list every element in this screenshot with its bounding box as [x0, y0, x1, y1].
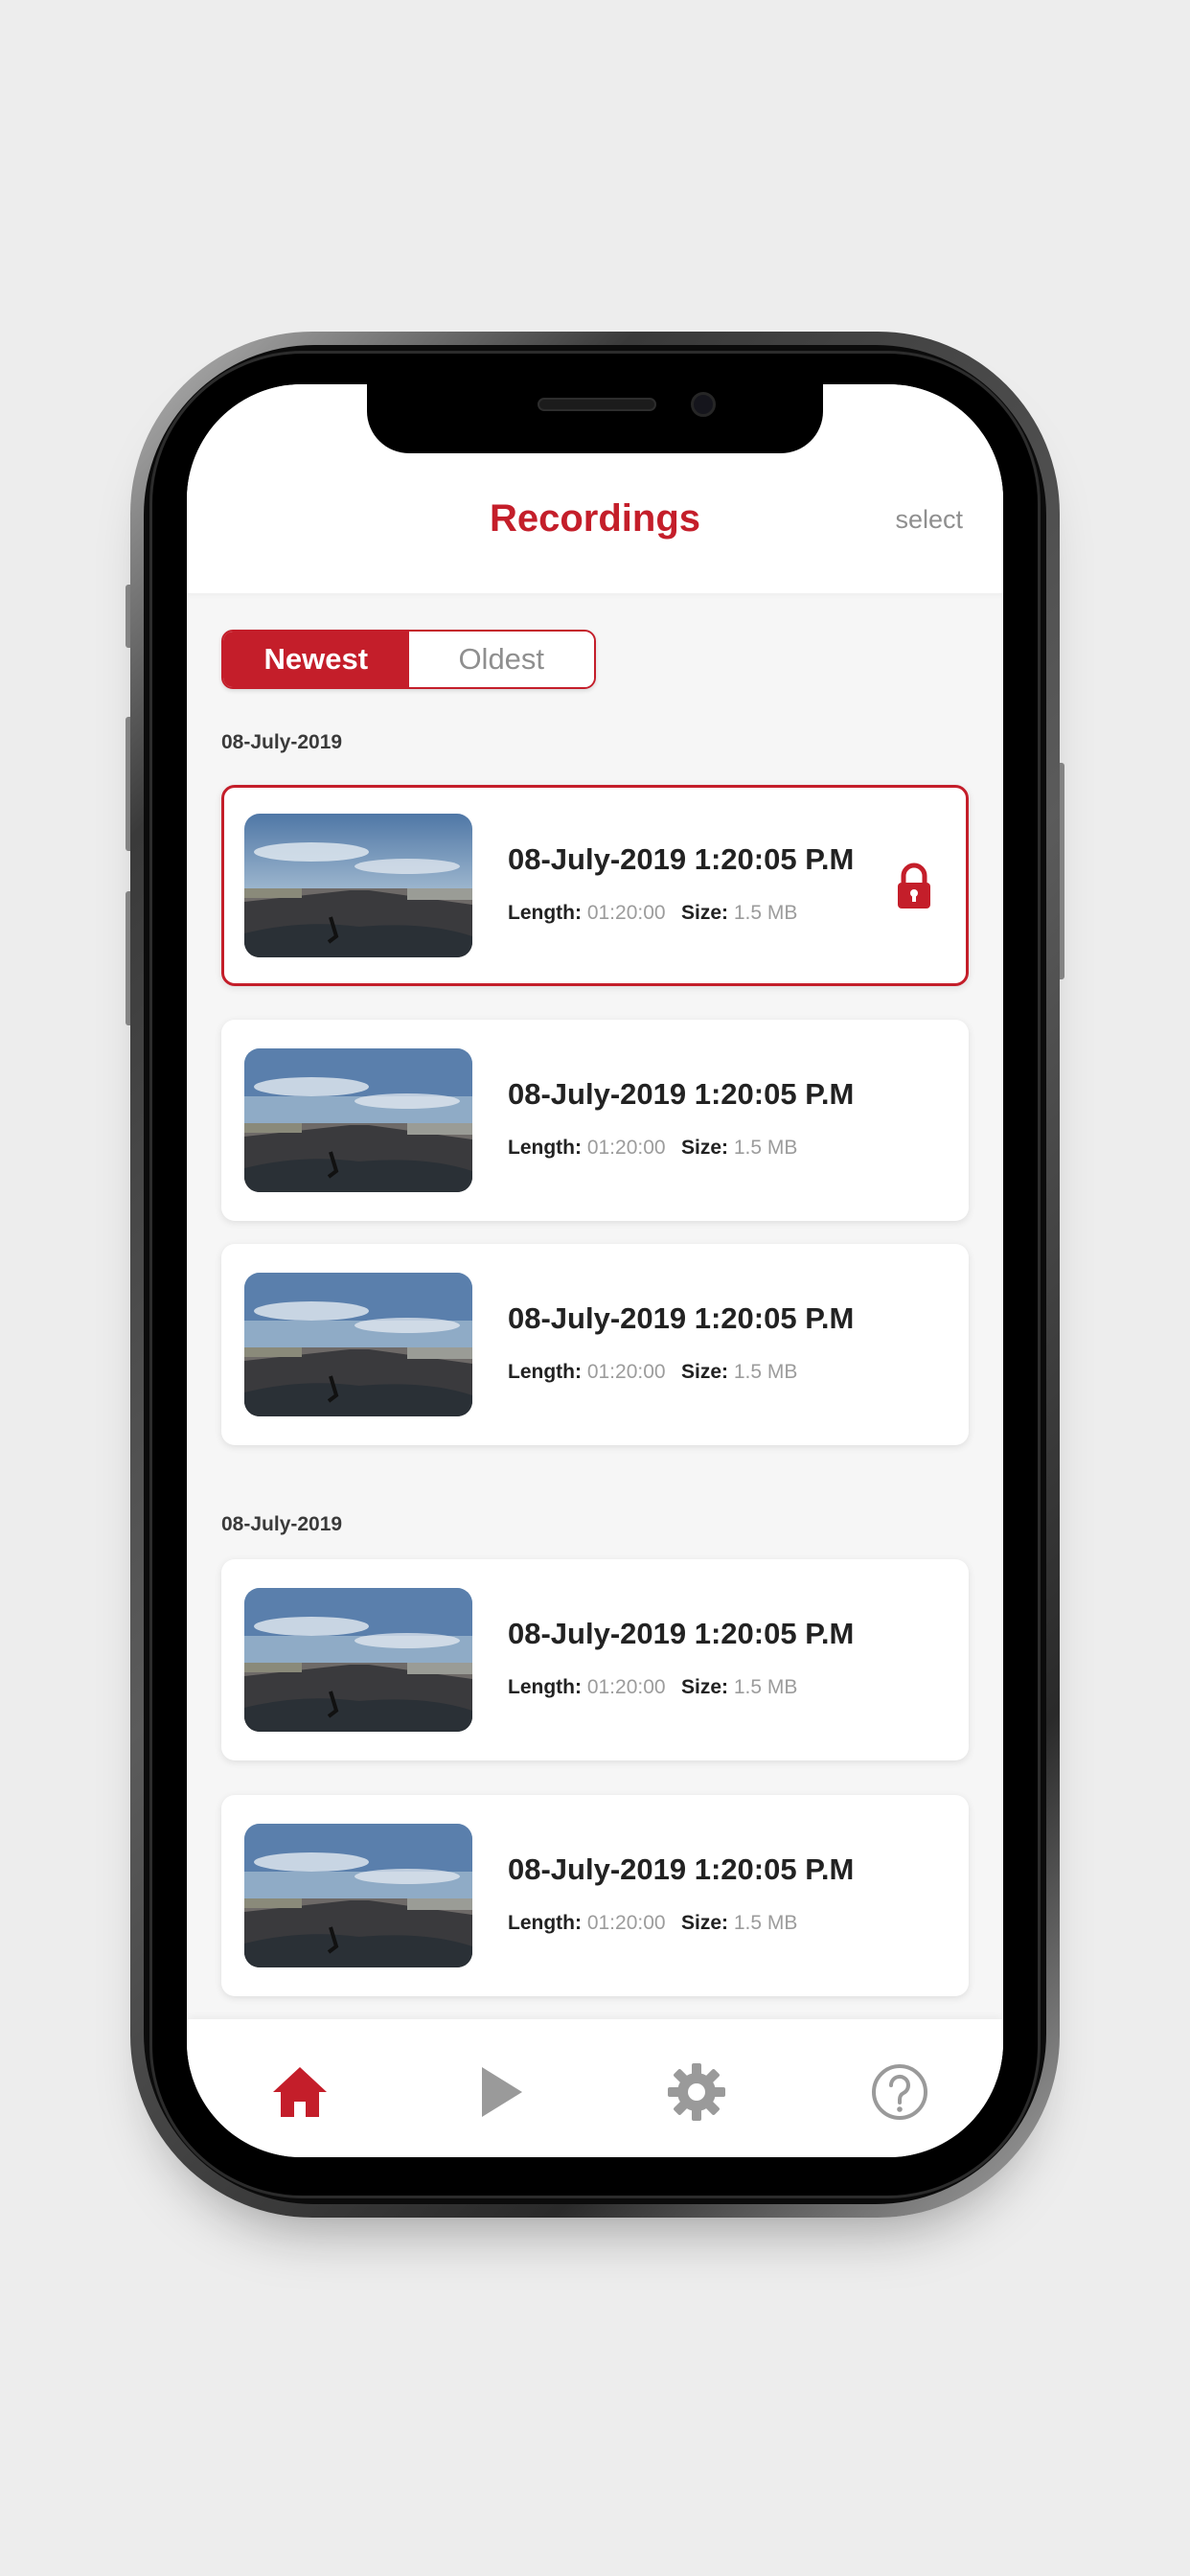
- recording-card[interactable]: 08-July-2019 1:20:05 P.M Length: 01:20:0…: [221, 1559, 969, 1760]
- recording-title: 08-July-2019 1:20:05 P.M: [508, 842, 855, 876]
- recording-length: Length: 01:20:00: [508, 1676, 666, 1699]
- recording-card[interactable]: 08-July-2019 1:20:05 P.M Length: 01:20:0…: [221, 785, 969, 986]
- recording-card[interactable]: 08-July-2019 1:20:05 P.M Length: 01:20:0…: [221, 1795, 969, 1996]
- size-value: 1.5 MB: [733, 1137, 798, 1159]
- road-thumbnail-image: [244, 814, 472, 957]
- recording-length: Length: 01:20:00: [508, 902, 666, 925]
- length-value: 01:20:00: [586, 1676, 666, 1698]
- size-value: 1.5 MB: [733, 1912, 798, 1934]
- sort-oldest-tab[interactable]: Oldest: [408, 632, 594, 687]
- recording-thumbnail: [244, 1824, 472, 1967]
- road-thumbnail-image: [244, 1273, 472, 1416]
- length-label: Length:: [508, 1137, 582, 1159]
- recording-size: Size: 1.5 MB: [681, 902, 797, 925]
- recording-size: Size: 1.5 MB: [681, 1137, 797, 1160]
- recording-title: 08-July-2019 1:20:05 P.M: [508, 1301, 855, 1335]
- recording-length: Length: 01:20:00: [508, 1361, 666, 1384]
- length-label: Length:: [508, 1676, 582, 1698]
- size-value: 1.5 MB: [733, 902, 798, 924]
- recording-size: Size: 1.5 MB: [681, 1676, 797, 1699]
- recording-thumbnail: [244, 814, 472, 957]
- length-value: 01:20:00: [586, 1912, 666, 1934]
- size-value: 1.5 MB: [733, 1676, 798, 1698]
- front-camera: [691, 392, 716, 417]
- length-value: 01:20:00: [586, 902, 666, 924]
- device-mockup: Recordings select Newest Oldest 08-July-…: [0, 0, 1190, 2576]
- recording-title: 08-July-2019 1:20:05 P.M: [508, 1077, 855, 1111]
- play-icon[interactable]: [469, 2061, 530, 2123]
- length-label: Length:: [508, 1361, 582, 1383]
- sort-segmented-control: Newest Oldest: [221, 630, 596, 689]
- recording-thumbnail: [244, 1273, 472, 1416]
- size-label: Size:: [681, 902, 729, 924]
- size-label: Size:: [681, 1912, 729, 1934]
- road-thumbnail-image: [244, 1048, 472, 1192]
- recording-size: Size: 1.5 MB: [681, 1361, 797, 1384]
- size-value: 1.5 MB: [733, 1361, 798, 1383]
- gear-icon[interactable]: [666, 2061, 727, 2123]
- recording-length: Length: 01:20:00: [508, 1137, 666, 1160]
- recording-card[interactable]: 08-July-2019 1:20:05 P.M Length: 01:20:0…: [221, 1020, 969, 1221]
- length-value: 01:20:00: [586, 1361, 666, 1383]
- recording-thumbnail: [244, 1048, 472, 1192]
- size-label: Size:: [681, 1361, 729, 1383]
- size-label: Size:: [681, 1676, 729, 1698]
- recording-title: 08-July-2019 1:20:05 P.M: [508, 1852, 855, 1886]
- group-date-label: 08-July-2019: [221, 1513, 343, 1535]
- group-date-label: 08-July-2019: [221, 731, 343, 753]
- road-thumbnail-image: [244, 1824, 472, 1967]
- home-icon[interactable]: [269, 2061, 331, 2123]
- length-label: Length:: [508, 1912, 582, 1934]
- recording-size: Size: 1.5 MB: [681, 1912, 797, 1935]
- length-label: Length:: [508, 902, 582, 924]
- road-thumbnail-image: [244, 1588, 472, 1732]
- app-screen: Recordings select Newest Oldest 08-July-…: [187, 384, 1003, 2157]
- recording-length: Length: 01:20:00: [508, 1912, 666, 1935]
- speaker-grille: [538, 398, 656, 411]
- page-title: Recordings: [489, 497, 701, 540]
- sort-newest-tab[interactable]: Newest: [223, 632, 409, 687]
- length-value: 01:20:00: [586, 1137, 666, 1159]
- lock-icon[interactable]: [895, 862, 933, 910]
- recording-card[interactable]: 08-July-2019 1:20:05 P.M Length: 01:20:0…: [221, 1244, 969, 1445]
- size-label: Size:: [681, 1137, 729, 1159]
- help-icon[interactable]: [869, 2061, 930, 2123]
- recording-thumbnail: [244, 1588, 472, 1732]
- bottom-tab-bar: [187, 2019, 1003, 2157]
- recording-title: 08-July-2019 1:20:05 P.M: [508, 1617, 855, 1650]
- select-button[interactable]: select: [895, 505, 963, 535]
- notch: [367, 384, 823, 453]
